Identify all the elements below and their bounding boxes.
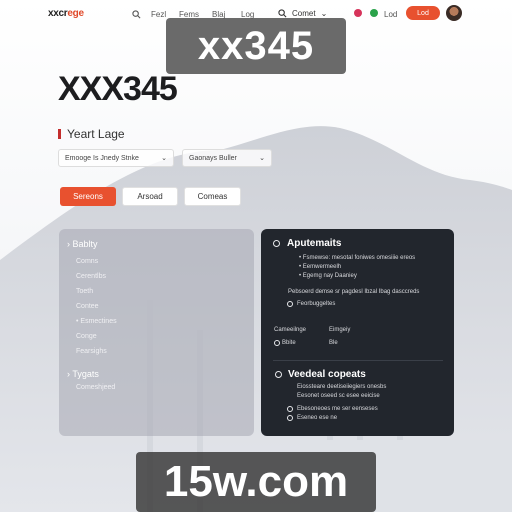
chevron-down-icon: ⌄ xyxy=(161,155,167,162)
section-subheading: Yeart Lage xyxy=(58,127,125,141)
left-item[interactable]: Conge xyxy=(76,333,97,340)
paragraph-text: Pebsoerd demse sr pagdesl Ibzal Ibag das… xyxy=(288,289,420,295)
row-label: Bbite xyxy=(282,340,296,346)
watermark-bottom: 15w.com xyxy=(136,452,376,512)
radio-icon[interactable] xyxy=(273,240,280,247)
tab-3[interactable]: Comeas xyxy=(184,187,241,206)
filter-select-2[interactable]: Gaonays Buller ⌄ xyxy=(182,149,272,167)
nav-text-link[interactable]: Lod xyxy=(384,10,397,19)
page-title: XXX345 xyxy=(58,70,178,108)
divider xyxy=(273,360,443,361)
right-section-1-title: Aputemaits xyxy=(287,238,342,249)
right-panel: Aputemaits • Fsmewse: mesotal foniwes om… xyxy=(261,229,454,436)
section-line: Eesonet oseed sc esee eeicise xyxy=(297,393,380,399)
radio-icon[interactable] xyxy=(287,406,293,412)
left-item[interactable]: Toeth xyxy=(76,288,93,295)
bullet-text: • Fsmewse: mesotal foniwes omesiiie ereo… xyxy=(299,255,416,261)
search-label: Comet xyxy=(292,8,316,18)
option-label: Ebesoneoes me ser eenseses xyxy=(297,406,378,412)
row-value: Ble xyxy=(329,340,338,346)
watermark-top: xx345 xyxy=(166,18,346,74)
status-icon[interactable] xyxy=(370,9,378,17)
accent-bar xyxy=(58,129,61,139)
filter-select-1[interactable]: Emooge Is Jnedy Stnke ⌄ xyxy=(58,149,174,167)
right-section-2-title: Veedeal copeats xyxy=(288,369,366,380)
filter-select-1-label: Emooge Is Jnedy Stnke xyxy=(65,154,139,162)
section-line: Eiossteare deetiseiiegiers onesbs xyxy=(297,384,387,390)
avatar[interactable] xyxy=(446,5,462,21)
left-panel: › Bablty Comns Cerentlbs Toeth Contee • … xyxy=(59,229,254,436)
search-icon xyxy=(278,8,287,17)
option-label: Feorbuggeltes xyxy=(297,301,336,307)
radio-icon[interactable] xyxy=(287,415,293,421)
left-item[interactable]: Comns xyxy=(76,258,98,265)
left-item[interactable]: Comeshjeed xyxy=(76,384,115,391)
left-item[interactable]: Contee xyxy=(76,303,99,310)
tab-2[interactable]: Arsoad xyxy=(122,187,178,206)
cta-button[interactable]: Lod xyxy=(406,6,440,20)
bullet-text: • Egemg nay Daaniey xyxy=(299,273,357,279)
radio-icon[interactable] xyxy=(274,340,280,346)
left-section-2-title[interactable]: › Tygats xyxy=(67,369,99,379)
notification-icon[interactable] xyxy=(354,9,362,17)
bullet-text: • Eemwermeelh xyxy=(299,264,342,270)
search-icon[interactable] xyxy=(130,8,142,20)
left-item[interactable]: Fearsighs xyxy=(76,348,107,355)
left-item[interactable]: • Esmectines xyxy=(76,318,117,325)
tab-1[interactable]: Sereons xyxy=(60,187,116,206)
chevron-down-icon: ⌄ xyxy=(320,8,328,18)
chevron-down-icon: ⌄ xyxy=(259,155,265,162)
radio-icon[interactable] xyxy=(275,371,282,378)
left-section-1-title[interactable]: › Bablty xyxy=(67,239,98,249)
left-item[interactable]: Cerentlbs xyxy=(76,273,106,280)
nav-item-1[interactable]: Fezl xyxy=(151,10,166,19)
row-label: Cameeilnge xyxy=(274,327,307,333)
radio-icon[interactable] xyxy=(287,301,293,307)
brand-logo[interactable]: xxcrege xyxy=(48,8,84,19)
subheading-text: Yeart Lage xyxy=(67,127,125,141)
option-label: Eseneo ese ne xyxy=(297,415,338,421)
filter-select-2-label: Gaonays Buller xyxy=(189,154,237,162)
row-value: Eimgeiy xyxy=(329,327,351,333)
